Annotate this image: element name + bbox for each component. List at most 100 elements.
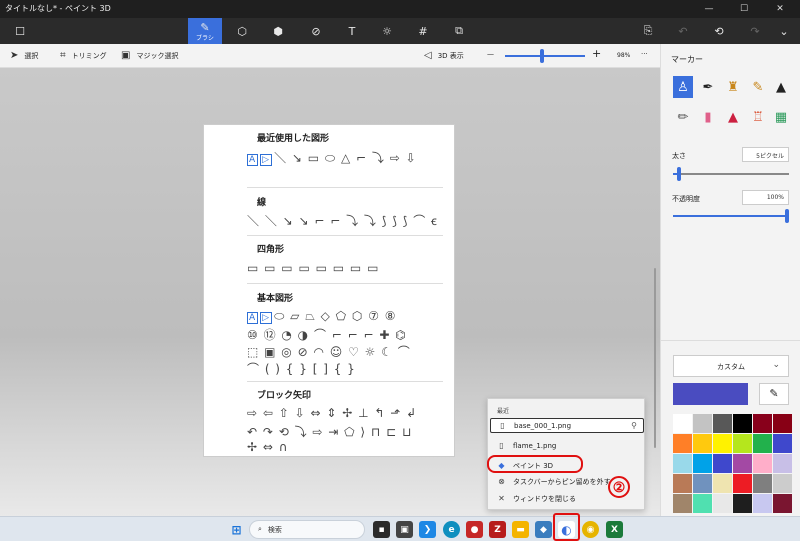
canvas-icon[interactable]: # — [405, 18, 441, 44]
file-explorer-icon[interactable]: ▬ — [512, 521, 529, 538]
shape-row[interactable]: ⌒ ( ) { } [ ] { } — [247, 360, 356, 377]
view-3d-toggle[interactable]: ◁ 3D 表示 — [424, 50, 464, 61]
2d-shapes-icon[interactable]: ⬡ — [224, 18, 260, 44]
marker-tool[interactable]: ♙ — [673, 76, 693, 98]
3d-shapes-icon[interactable]: ⬢ — [260, 18, 296, 44]
maximize-button[interactable]: ☐ — [728, 0, 760, 18]
calligraphy-pen-tool[interactable]: ✒ — [698, 76, 718, 98]
shape-row[interactable]: A ▷ ⬭ ▱ ⏢ ◇ ⬠ ⬡ ⑦ ⑧ — [247, 309, 397, 324]
color-swatch[interactable] — [753, 454, 772, 473]
thickness-slider-thumb[interactable] — [677, 167, 681, 181]
more-options[interactable]: ··· — [641, 50, 648, 58]
excel-icon[interactable]: X — [606, 521, 623, 538]
fill-tool[interactable]: ▦ — [771, 106, 791, 128]
edge-icon[interactable]: e — [443, 521, 460, 538]
color-swatch[interactable] — [713, 474, 732, 493]
color-swatch[interactable] — [733, 494, 752, 513]
select-tool[interactable]: ➤ 選択 — [10, 50, 38, 61]
app-icon[interactable]: ◆ — [535, 521, 552, 538]
oil-brush-tool[interactable]: ♜ — [723, 76, 743, 98]
eraser-tool[interactable]: ▮ — [698, 106, 718, 128]
color-swatch[interactable] — [733, 434, 752, 453]
color-swatch[interactable] — [713, 454, 732, 473]
vscode-icon[interactable]: ❯ — [419, 521, 436, 538]
task-view-icon[interactable]: ▪ — [373, 521, 390, 538]
recent-file-item[interactable]: ▯ base_000_1.png ⚲ — [490, 418, 644, 433]
magic-select-tool[interactable]: ▣ マジック選択 — [121, 50, 178, 61]
vertical-scrollbar[interactable] — [654, 268, 656, 448]
color-swatch[interactable] — [673, 494, 692, 513]
shape-row[interactable]: ⇨ ⇦ ⇧ ⇩ ⇔ ⇕ ✢ ⊥ ↰ ⬏ ↲ — [247, 406, 417, 420]
brush-tab[interactable]: ✎ ブラシ — [188, 18, 222, 44]
shape-row[interactable]: ⬚ ▣ ◎ ⊘ ◠ ☺ ♡ ☼ ☾ ⌒ — [247, 343, 411, 360]
shape-row[interactable]: A ▷ ＼ ↘ ▭ ⬭ △ ⌐ ⤵ ⇨ ⇩ — [247, 149, 417, 166]
color-swatch[interactable] — [753, 494, 772, 513]
text-box-shape[interactable]: A — [247, 312, 259, 324]
color-swatch[interactable] — [673, 434, 692, 453]
color-swatch[interactable] — [733, 414, 752, 433]
thickness-input[interactable]: 5ピクセル — [742, 147, 789, 162]
thickness-slider[interactable] — [673, 167, 789, 181]
shape-row[interactable]: ＼ ＼ ↘ ↘ ⌐ ⌐ ⤵ ⤵ ⟆ ⟆ ⟆ ⌒ ꞓ — [247, 212, 438, 229]
pencil-tool[interactable]: ✏ — [673, 106, 693, 128]
menu-icon[interactable]: ☐ — [2, 18, 38, 44]
watercolor-tool[interactable]: ✎ — [748, 76, 768, 98]
color-swatch[interactable] — [753, 434, 772, 453]
zoom-in-button[interactable]: + — [592, 47, 601, 60]
paste-icon[interactable]: ⎘ — [630, 18, 666, 44]
color-swatch[interactable] — [713, 494, 732, 513]
3d-library-icon[interactable]: ⧉ — [441, 18, 477, 44]
pin-icon[interactable]: ⚲ — [631, 421, 637, 430]
effects-icon[interactable]: ☼ — [369, 18, 405, 44]
taskbar-search[interactable]: ⌕ 検索 — [249, 520, 365, 539]
recent-file-item[interactable]: ▯ flame_1.png — [490, 438, 644, 453]
color-swatch[interactable] — [773, 454, 792, 473]
crayon-tool[interactable]: ▲ — [723, 106, 743, 128]
callout-shape[interactable]: ▷ — [260, 154, 273, 166]
zoom-out-button[interactable]: — — [487, 50, 494, 58]
chrome-icon[interactable]: ◉ — [582, 521, 599, 538]
color-mode-dropdown[interactable]: カスタム ⌄ — [673, 355, 789, 377]
shape-row-items[interactable]: ⬭ ▱ ⏢ ◇ ⬠ ⬡ ⑦ ⑧ — [274, 309, 396, 323]
zoom-slider-thumb[interactable] — [540, 49, 544, 63]
store-icon[interactable]: ▣ — [396, 521, 413, 538]
expand-chevron-icon[interactable]: ⌄ — [766, 18, 800, 44]
current-color[interactable] — [673, 383, 748, 405]
callout-shape[interactable]: ▷ — [260, 312, 273, 324]
shape-row[interactable]: ⑩ ⑫ ◔ ◑ ⌒ ⌐ ⌐ ⌐ ✚ ⌬ — [247, 326, 407, 343]
opacity-slider-thumb[interactable] — [785, 209, 789, 223]
color-swatch[interactable] — [673, 474, 692, 493]
opacity-slider[interactable] — [673, 209, 789, 223]
color-swatch[interactable] — [673, 454, 692, 473]
minimize-button[interactable]: — — [693, 0, 725, 18]
shape-row[interactable]: ▭ ▭ ▭ ▭ ▭ ▭ ▭ ▭ — [247, 261, 379, 275]
color-swatch[interactable] — [713, 414, 732, 433]
zoom-slider[interactable] — [505, 49, 585, 63]
color-swatch[interactable] — [773, 414, 792, 433]
text-box-shape[interactable]: A — [247, 154, 259, 166]
color-swatch[interactable] — [673, 414, 692, 433]
color-swatch[interactable] — [753, 474, 772, 493]
color-swatch[interactable] — [733, 474, 752, 493]
shape-row[interactable]: ↶ ↷ ⟲ ⤵ ⇨ ⇥ ⬠ ⟩ ⊓ ⊏ ⊔ — [247, 423, 412, 440]
close-button[interactable]: ✕ — [764, 0, 796, 18]
eyedropper-button[interactable]: ✎ — [759, 383, 789, 405]
shape-row-items[interactable]: ＼ ↘ ▭ ⬭ △ ⌐ ⤵ ⇨ ⇩ — [274, 151, 417, 165]
color-swatch[interactable] — [733, 454, 752, 473]
color-swatch[interactable] — [693, 414, 712, 433]
color-swatch[interactable] — [773, 494, 792, 513]
text-icon[interactable]: T — [334, 18, 370, 44]
undo-icon[interactable]: ↶ — [665, 18, 701, 44]
windows-start-icon[interactable]: ⊞ — [228, 521, 245, 538]
pixel-pen-tool[interactable]: ▲ — [771, 76, 791, 98]
color-swatch[interactable] — [713, 434, 732, 453]
color-swatch[interactable] — [773, 474, 792, 493]
spray-can-tool[interactable]: ♖ — [748, 106, 768, 128]
color-swatch[interactable] — [753, 414, 772, 433]
opacity-input[interactable]: 100% — [742, 190, 789, 205]
color-swatch[interactable] — [773, 434, 792, 453]
app-icon[interactable]: Z — [489, 521, 506, 538]
color-swatch[interactable] — [693, 494, 712, 513]
color-swatch[interactable] — [693, 454, 712, 473]
color-swatch[interactable] — [693, 434, 712, 453]
